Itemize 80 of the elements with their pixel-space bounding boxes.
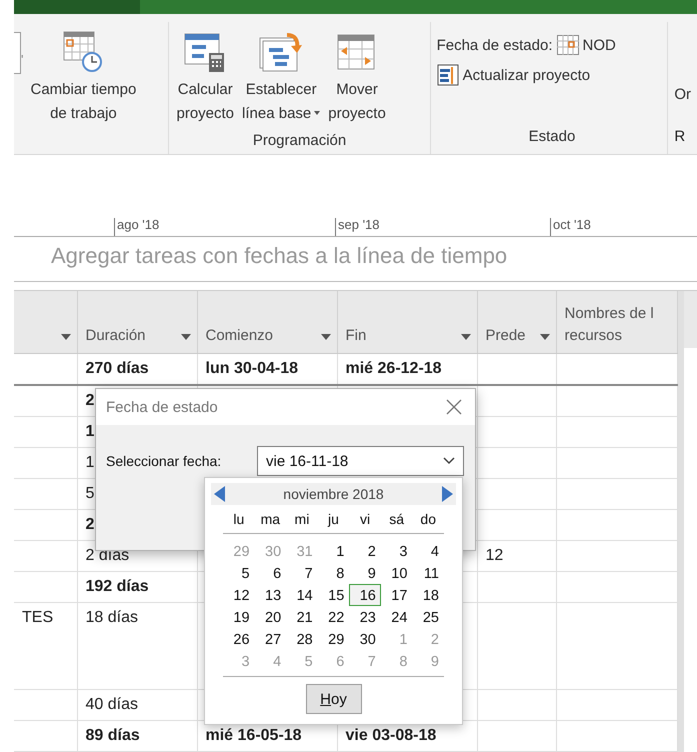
- calendar-day[interactable]: 18: [412, 584, 444, 606]
- ribbon-button[interactable]: Mover proyecto: [325, 22, 389, 130]
- next-month-icon[interactable]: [441, 486, 453, 502]
- weekday-label: do: [419, 510, 437, 529]
- calendar-day[interactable]: 6: [254, 562, 286, 584]
- calendar-day[interactable]: 27: [254, 628, 286, 650]
- calendar-day[interactable]: 19: [223, 606, 255, 628]
- calendar-day[interactable]: 30: [349, 628, 381, 650]
- today-button[interactable]: Hoy: [306, 684, 362, 714]
- table-cell: 89 días: [77, 720, 197, 752]
- close-icon[interactable]: [445, 398, 463, 416]
- column-header[interactable]: Duración: [77, 291, 197, 354]
- weekday-label: vi: [359, 510, 372, 529]
- calendar-day[interactable]: 11: [412, 562, 444, 584]
- column-header[interactable]: Nombres de l recursos: [556, 291, 677, 354]
- weekday-label: ju: [326, 510, 340, 529]
- table-cell: 12: [477, 540, 556, 572]
- table-cell: 18 días: [77, 602, 197, 690]
- timeline-tick: ago '18: [114, 218, 231, 236]
- column-header[interactable]: Fin: [337, 291, 477, 354]
- table-cell: 192 días: [77, 572, 197, 602]
- group-label: Programación: [252, 131, 348, 151]
- ribbon-button[interactable]: Or: [674, 86, 691, 103]
- weekday-label: ma: [260, 510, 282, 529]
- calendar-day[interactable]: 28: [286, 628, 318, 650]
- calendar-day[interactable]: 22: [318, 606, 350, 628]
- table-cell: 40 días: [77, 690, 197, 720]
- calendar-day[interactable]: 7: [286, 562, 318, 584]
- calendar-day[interactable]: 15: [318, 584, 350, 606]
- calendar-day[interactable]: 9: [349, 562, 381, 584]
- column-header[interactable]: Comienzo: [197, 291, 337, 354]
- calendar-day[interactable]: 17: [380, 584, 412, 606]
- calendar-day[interactable]: 26: [223, 628, 255, 650]
- table-cell: TES: [14, 602, 77, 690]
- timeline-tick: oct '18: [550, 218, 661, 236]
- weekday-label: lu: [232, 510, 246, 529]
- table-cell: 270 días: [77, 354, 197, 385]
- month-title: noviembre 2018: [283, 486, 384, 502]
- group-label: R: [674, 127, 686, 147]
- calendar-day[interactable]: 25: [412, 606, 444, 628]
- ribbon-button[interactable]: Cambiar tiempo de trabajo: [27, 22, 140, 130]
- move-chart-icon: [337, 32, 378, 72]
- calendar-day[interactable]: 24: [380, 606, 412, 628]
- table-cell: lun 30-04-18: [197, 354, 337, 385]
- timeline-tick: sep '18: [335, 218, 446, 236]
- weekday-label: mi: [294, 510, 310, 529]
- calendar-day[interactable]: 23: [349, 606, 381, 628]
- calendar-day[interactable]: 2: [349, 540, 381, 562]
- calendar-day[interactable]: 8: [318, 562, 350, 584]
- weekday-label: sá: [388, 510, 406, 529]
- partial-label: ': [21, 52, 24, 69]
- status-date-label: Fecha de estado:: [436, 36, 552, 54]
- table-cell: mié 26-12-18: [337, 354, 477, 385]
- column-header[interactable]: Prede: [477, 291, 556, 354]
- update-project-button[interactable]: Actualizar proyecto: [436, 60, 668, 90]
- calendar-day[interactable]: 16: [349, 584, 381, 606]
- calendar-day[interactable]: 10: [380, 562, 412, 584]
- calendar-day[interactable]: 20: [254, 606, 286, 628]
- previous-month-icon[interactable]: [214, 486, 226, 502]
- calendar-day[interactable]: 14: [286, 584, 318, 606]
- calendar-clock-icon: [63, 31, 104, 73]
- ribbon-button[interactable]: Calcular proyecto: [173, 22, 238, 130]
- group-label: Estado: [528, 127, 576, 147]
- chevron-down-icon: [443, 457, 455, 465]
- status-date-button[interactable]: NOD: [556, 30, 616, 60]
- calendar-day[interactable]: 5: [223, 562, 255, 584]
- baseline-chart-icon: [259, 31, 304, 73]
- calendar-day[interactable]: 13: [254, 584, 286, 606]
- calendar-day[interactable]: 3: [380, 540, 412, 562]
- calendar-day[interactable]: 12: [223, 584, 255, 606]
- calendar-day[interactable]: 1: [318, 540, 350, 562]
- date-dropdown[interactable]: vie 16-11-18: [257, 446, 464, 476]
- calculator-chart-icon: [184, 31, 226, 73]
- update-project-icon: [436, 64, 459, 86]
- calendar-day[interactable]: 4: [412, 540, 444, 562]
- ribbon-button[interactable]: Establecer línea base: [239, 22, 324, 130]
- calendar-day[interactable]: 21: [286, 606, 318, 628]
- calendar-day[interactable]: 29: [318, 628, 350, 650]
- ribbon-control-edge[interactable]: [14, 32, 21, 74]
- calendar-icon: [556, 35, 578, 55]
